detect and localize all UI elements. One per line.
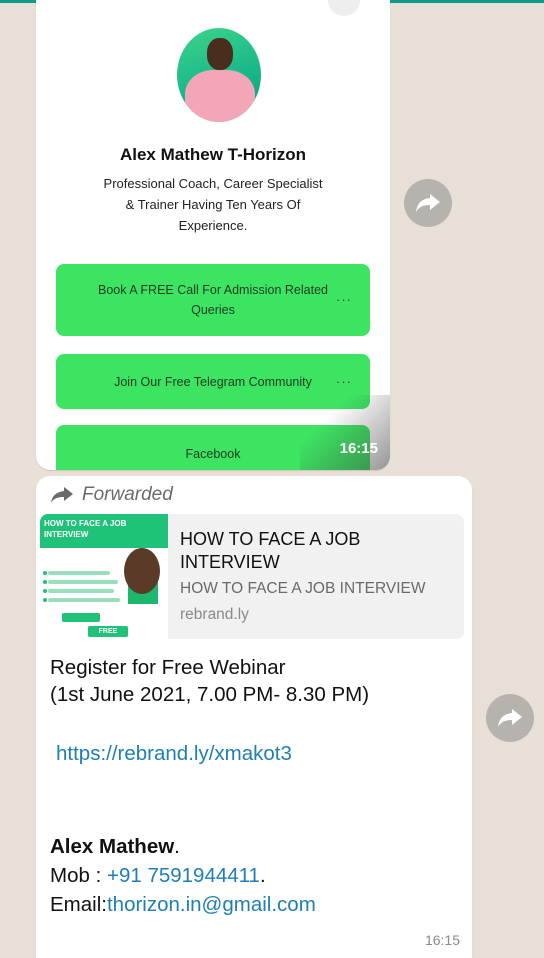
avatar-body [185,70,255,122]
forwarded-label: Forwarded [82,484,173,505]
thumbnail-heading: HOW TO FACE A JOB INTERVIEW [44,519,127,539]
mobile-label: Mob : [50,864,107,887]
forward-arrow-icon [498,709,522,727]
thumbnail-bullet [43,580,47,584]
card-profile-bio: Professional Coach, Career Specialist & … [103,176,323,233]
message-bubble-card[interactable]: Alex Mathew T-Horizon Professional Coach… [36,0,390,470]
forward-arrow-icon [416,194,440,212]
thumbnail-line [48,571,110,575]
book-call-button[interactable]: Book A FREE Call For Admission Related Q… [56,264,370,336]
email-label: Email: [50,893,107,916]
thumbnail-person [124,548,160,594]
thumbnail-line [48,598,120,602]
mobile-suffix: . [259,864,266,887]
contact-details: Alex Mathew. Mob : +91 7591944411. Email… [50,832,460,919]
link-preview[interactable]: HOW TO FACE A JOB INTERVIEW FREE HOW TO … [40,514,464,639]
message-body: Register for Free Webinar (1st June 2021… [50,654,460,708]
message-body-line: (1st June 2021, 7.00 PM- 8.30 PM) [50,683,370,706]
mobile-number-link[interactable]: +91 7591944411 [107,864,260,887]
forward-button[interactable] [404,179,452,227]
email-link[interactable]: thorizon.in@gmail.com [107,893,316,916]
preview-thumbnail: HOW TO FACE A JOB INTERVIEW FREE [40,514,168,639]
forwarded-arrow-icon [51,487,73,503]
thumbnail-bullet [43,589,47,593]
book-call-label: Book A FREE Call For Admission Related Q… [98,283,328,317]
telegram-community-label: Join Our Free Telegram Community [114,374,312,389]
message-bubble-forwarded[interactable]: Forwarded HOW TO FACE A JOB INTERVIEW FR… [36,476,472,958]
thumbnail-free-badge: FREE [88,626,128,637]
profile-avatar [177,28,261,122]
message-time: 16:15 [339,440,378,457]
contact-name: Alex Mathew [50,835,175,858]
thumbnail-bullet [43,571,47,575]
webinar-link[interactable]: https://rebrand.ly/xmakot3 [56,742,292,766]
forward-button[interactable] [486,694,534,742]
preview-title: HOW TO FACE A JOB INTERVIEW [180,529,361,572]
message-time: 16:15 [424,932,460,948]
contact-name-suffix: . [174,835,180,858]
scroll-nub [328,0,360,16]
more-options-icon[interactable]: ··· [336,373,352,388]
forwarded-indicator: Forwarded [50,484,173,506]
thumbnail-line [48,589,114,593]
thumbnail-register-button [62,613,100,622]
more-options-icon[interactable]: ··· [336,292,352,307]
thumbnail-line [48,580,118,584]
timestamp-shade [300,395,390,470]
card-profile-name: Alex Mathew T-Horizon [119,145,307,164]
preview-domain: rebrand.ly [180,606,249,623]
thumbnail-bullet [43,598,47,602]
message-body-line: Register for Free Webinar [50,656,286,679]
preview-description: HOW TO FACE A JOB INTERVIEW [180,580,426,597]
avatar-head [207,38,233,70]
